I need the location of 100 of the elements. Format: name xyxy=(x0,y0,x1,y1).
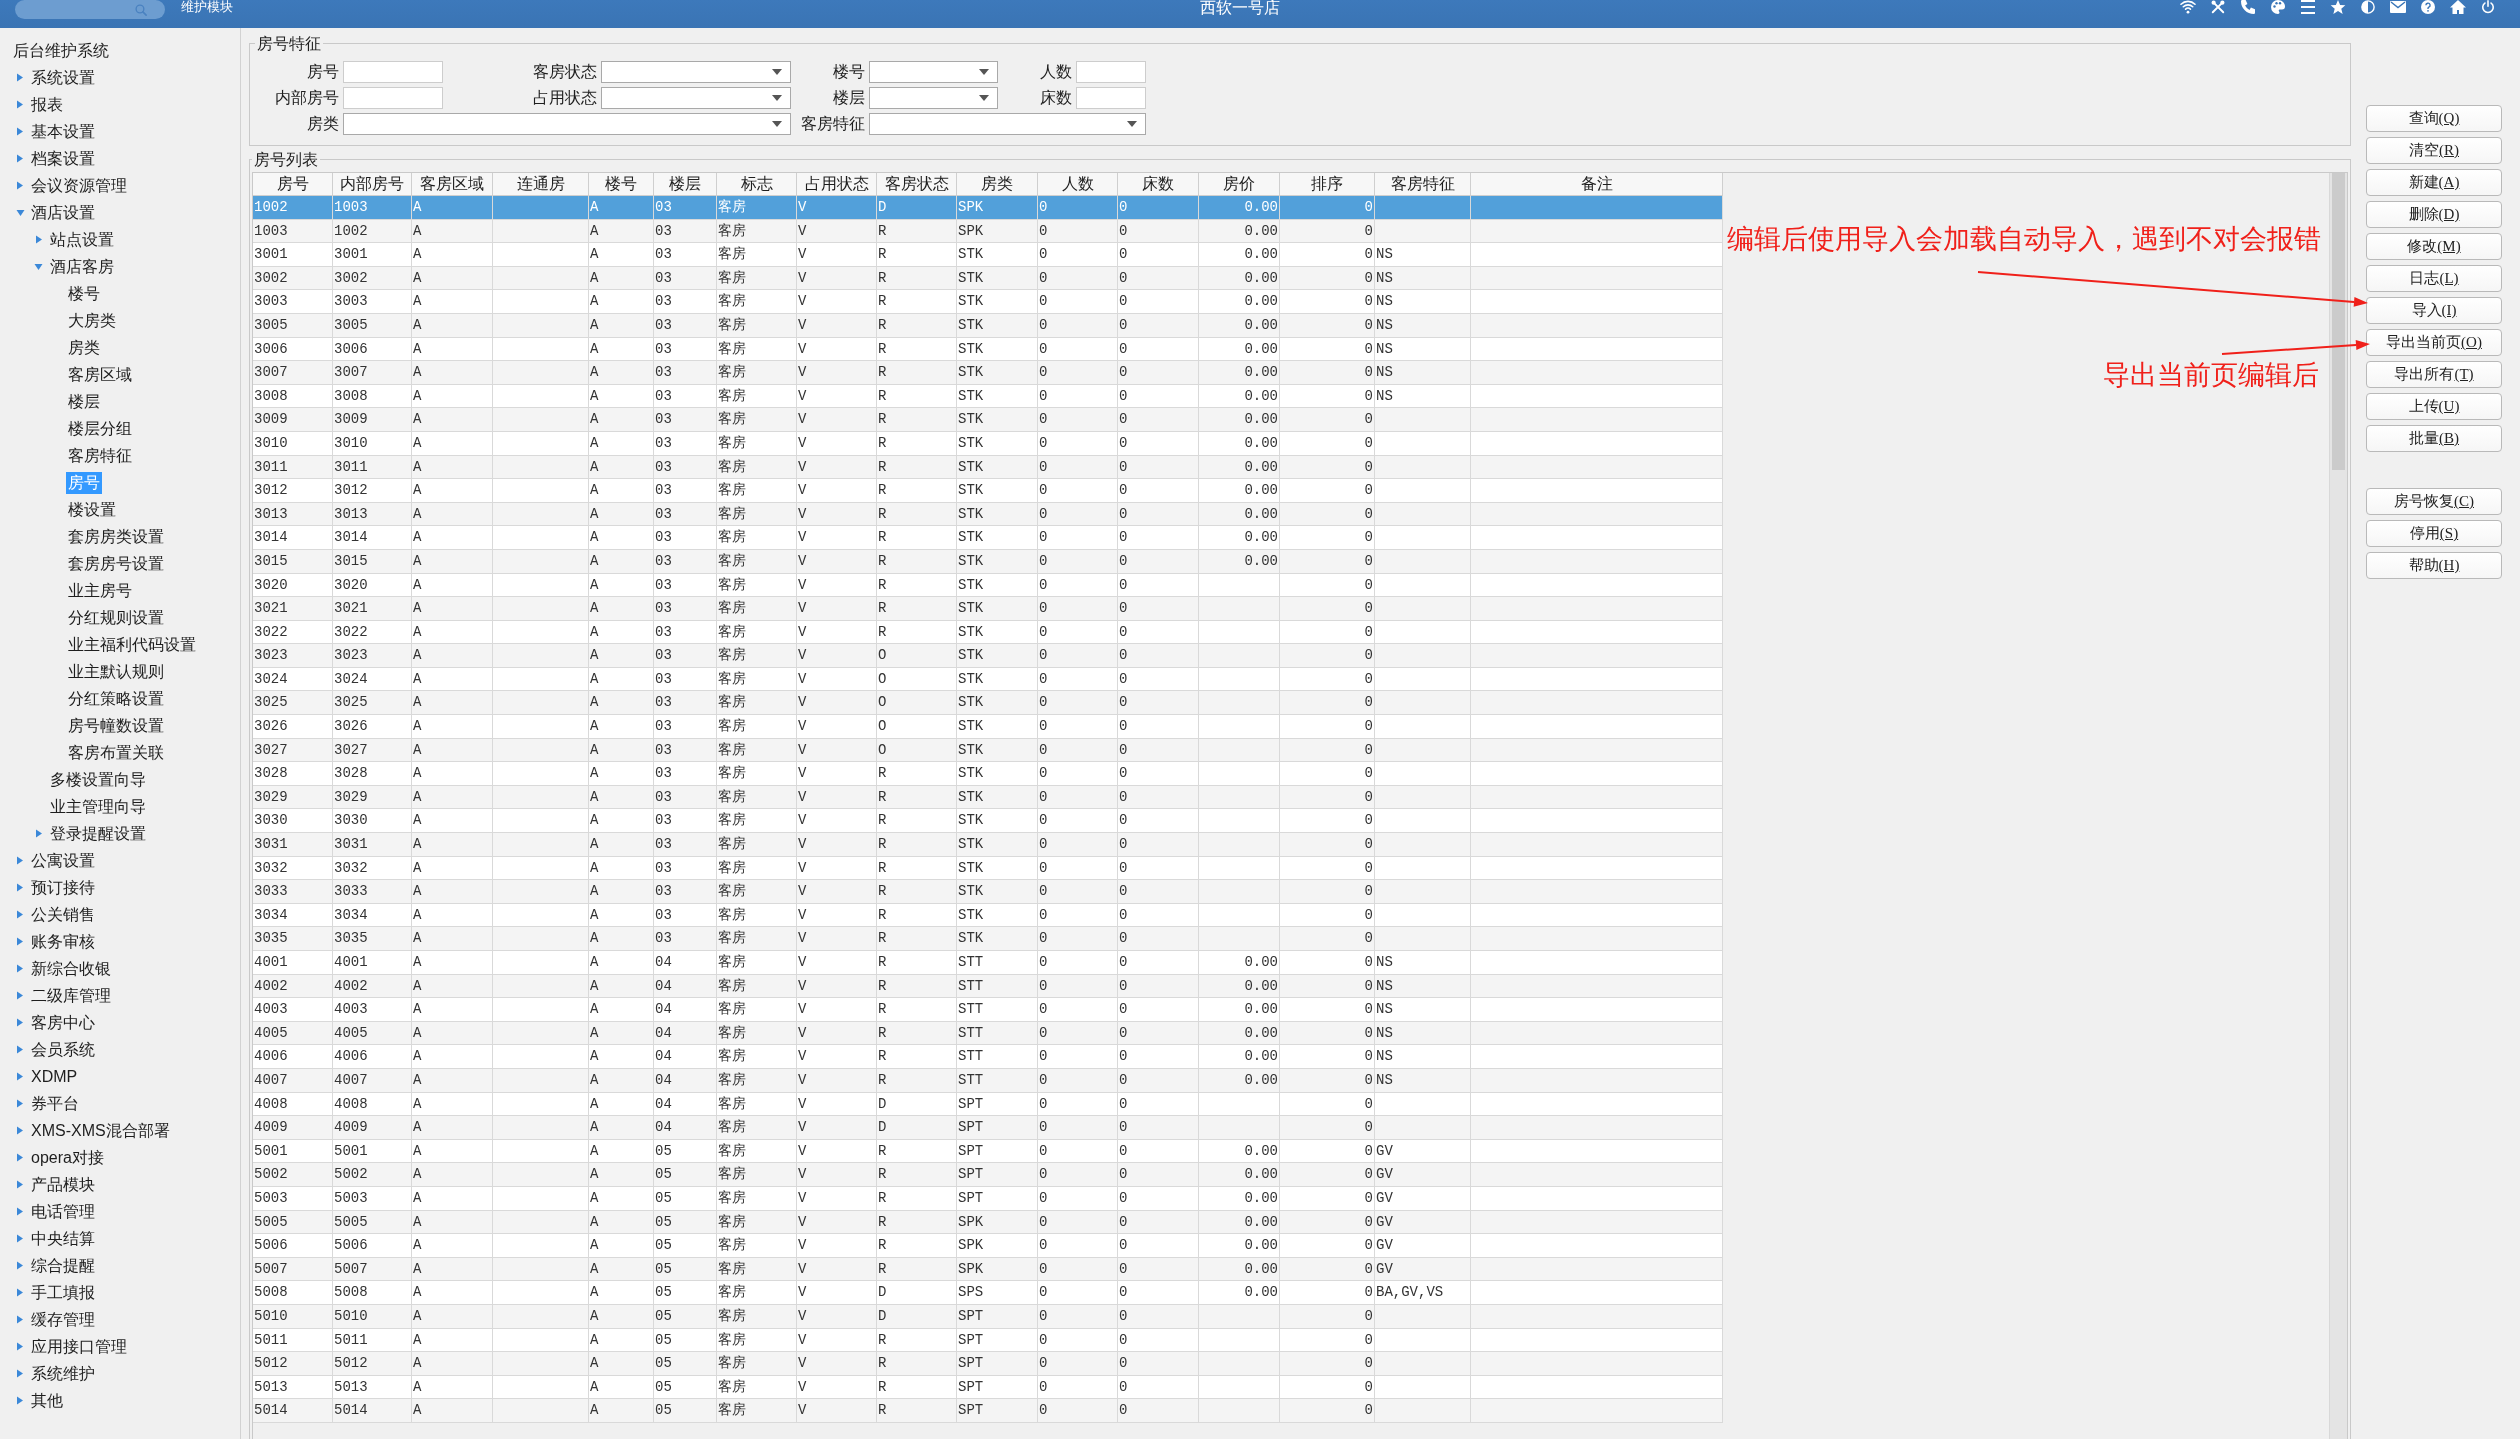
table-row[interactable]: 3007 3007 A A 03 客房 V R STK 0 0 0.00 0 NS xyxy=(253,361,1723,385)
table-row[interactable]: 4008 4008 A A 04 客房 V D SPT 0 0 0 xyxy=(253,1092,1723,1117)
tree-item[interactable]: 业主房号 xyxy=(66,579,134,602)
caret-right-icon[interactable] xyxy=(17,127,23,136)
action-button[interactable]: 清空(R) xyxy=(2366,137,2502,164)
caret-right-icon[interactable] xyxy=(17,1153,23,1162)
tree-item[interactable]: 产品模块 xyxy=(29,1173,97,1196)
caret-right-icon[interactable] xyxy=(17,181,23,190)
caret-right-icon[interactable] xyxy=(17,1261,23,1270)
tree-item[interactable]: 新综合收银 xyxy=(29,957,113,980)
dropdown-field[interactable] xyxy=(601,61,791,83)
tree-item[interactable]: 手工填报 xyxy=(29,1281,97,1304)
action-button[interactable]: 新建(A) xyxy=(2366,169,2502,196)
action-button[interactable]: 房号恢复(C) xyxy=(2366,488,2502,515)
tree-item[interactable]: 套房房号设置 xyxy=(66,552,166,575)
action-button[interactable]: 导出所有(T) xyxy=(2366,361,2502,388)
caret-right-icon[interactable] xyxy=(17,1126,23,1135)
tree-item[interactable]: 客房布置关联 xyxy=(66,741,166,764)
table-row[interactable]: 3005 3005 A A 03 客房 V R STK 0 0 0.00 0 NS xyxy=(253,313,1723,338)
table-row[interactable]: 3024 3024 A A 03 客房 V O STK 0 0 0 xyxy=(253,667,1723,692)
tree-item[interactable]: 会员系统 xyxy=(29,1038,97,1061)
table-row[interactable]: 4002 4002 A A 04 客房 V R STT 0 0 0.00 0 NS xyxy=(253,974,1723,999)
table-row[interactable]: 3030 3030 A A 03 客房 V R STK 0 0 0 xyxy=(253,809,1723,834)
half-circle-icon[interactable] xyxy=(2360,0,2376,14)
dropdown-field[interactable] xyxy=(869,87,998,109)
tree-item[interactable]: 预订接待 xyxy=(29,876,97,899)
caret-right-icon[interactable] xyxy=(17,1288,23,1297)
table-row[interactable]: 3008 3008 A A 03 客房 V R STK 0 0 0.00 0 NS xyxy=(253,384,1723,409)
caret-right-icon[interactable] xyxy=(17,964,23,973)
tree-item[interactable]: 缓存管理 xyxy=(29,1308,97,1331)
table-row[interactable]: 3009 3009 A A 03 客房 V R STK 0 0 0.00 0 xyxy=(253,408,1723,432)
tree-item[interactable]: 房类 xyxy=(66,336,102,359)
table-row[interactable]: 3020 3020 A A 03 客房 V R STK 0 0 0 xyxy=(253,573,1723,598)
caret-right-icon[interactable] xyxy=(17,73,23,82)
caret-right-icon[interactable] xyxy=(17,1072,23,1081)
table-row[interactable]: 3022 3022 A A 03 客房 V R STK 0 0 0 xyxy=(253,620,1723,645)
caret-right-icon[interactable] xyxy=(17,1045,23,1054)
tree-item[interactable]: 登录提醒设置 xyxy=(47,822,148,845)
tree-item[interactable]: XMS-XMS混合部署 xyxy=(29,1119,172,1142)
caret-right-icon[interactable] xyxy=(17,856,23,865)
tree-item[interactable]: 账务审核 xyxy=(29,930,97,953)
tree-item[interactable]: 大房类 xyxy=(66,309,118,332)
caret-right-icon[interactable] xyxy=(17,991,23,1000)
table-row[interactable]: 5003 5003 A A 05 客房 V R SPT 0 0 0.00 0 GV xyxy=(253,1186,1723,1211)
table-row[interactable]: 3025 3025 A A 03 客房 V O STK 0 0 0 xyxy=(253,691,1723,716)
caret-down-icon[interactable] xyxy=(34,263,43,270)
tree-item[interactable]: 客房特征 xyxy=(66,444,134,467)
table-row[interactable]: 3035 3035 A A 03 客房 V R STK 0 0 0 xyxy=(253,927,1723,951)
tree-root-item[interactable]: 后台维护系统 xyxy=(11,39,111,62)
tree-item[interactable]: 房号幢数设置 xyxy=(66,714,166,737)
caret-right-icon[interactable] xyxy=(17,1369,23,1378)
caret-down-icon[interactable] xyxy=(15,209,25,216)
help-icon[interactable] xyxy=(2420,0,2436,14)
tree-item[interactable]: 会议资源管理 xyxy=(29,174,129,197)
tree-item[interactable]: 业主福利代码设置 xyxy=(66,633,198,656)
tree-item[interactable]: 券平台 xyxy=(29,1092,81,1115)
caret-right-icon[interactable] xyxy=(17,1234,23,1243)
tree-item[interactable]: XDMP xyxy=(29,1065,80,1088)
tree-item[interactable]: 公寓设置 xyxy=(29,849,97,872)
scrollbar-track[interactable] xyxy=(2329,173,2347,1439)
table-row[interactable]: 3003 3003 A A 03 客房 V R STK 0 0 0.00 0 NS xyxy=(253,290,1723,314)
tree-item[interactable]: 客房区域 xyxy=(66,363,134,386)
table-row[interactable]: 3010 3010 A A 03 客房 V R STK 0 0 0.00 0 xyxy=(253,431,1723,456)
table-row[interactable]: 3011 3011 A A 03 客房 V R STK 0 0 0.00 0 xyxy=(253,455,1723,480)
action-button[interactable]: 上传(U) xyxy=(2366,393,2502,420)
home-icon[interactable] xyxy=(2450,0,2466,14)
table-row[interactable]: 3013 3013 A A 03 客房 V R STK 0 0 0.00 0 xyxy=(253,502,1723,527)
table-row[interactable]: 3023 3023 A A 03 客房 V O STK 0 0 0 xyxy=(253,644,1723,668)
dropdown-field[interactable] xyxy=(869,61,998,83)
tree-item[interactable]: 楼层分组 xyxy=(66,417,134,440)
power-icon[interactable] xyxy=(2480,0,2496,14)
table-row[interactable]: 3031 3031 A A 03 客房 V R STK 0 0 0 xyxy=(253,833,1723,857)
table-row[interactable]: 5013 5013 A A 05 客房 V R SPT 0 0 0 xyxy=(253,1375,1723,1400)
table-row[interactable]: 3002 3002 A A 03 客房 V R STK 0 0 0.00 0 NS xyxy=(253,266,1723,291)
table-row[interactable]: 5001 5001 A A 05 客房 V R SPT 0 0 0.00 0 GV xyxy=(253,1139,1723,1164)
table-row[interactable]: 3001 3001 A A 03 客房 V R STK 0 0 0.00 0 NS xyxy=(253,243,1723,267)
action-button[interactable]: 批量(B) xyxy=(2366,425,2502,452)
action-button[interactable]: 导出当前页(O) xyxy=(2366,329,2502,356)
star-icon[interactable] xyxy=(2330,0,2346,14)
table-row[interactable]: 4006 4006 A A 04 客房 V R STT 0 0 0.00 0 NS xyxy=(253,1045,1723,1069)
table-row[interactable]: 5005 5005 A A 05 客房 V R SPK 0 0 0.00 0 GV xyxy=(253,1210,1723,1235)
tree-item[interactable]: 客房中心 xyxy=(29,1011,97,1034)
table-row[interactable]: 4001 4001 A A 04 客房 V R STT 0 0 0.00 0 NS xyxy=(253,951,1723,975)
caret-right-icon[interactable] xyxy=(17,154,23,163)
table-row[interactable]: 3032 3032 A A 03 客房 V R STK 0 0 0 xyxy=(253,856,1723,881)
table-row[interactable]: 3027 3027 A A 03 客房 V O STK 0 0 0 xyxy=(253,738,1723,763)
tree-item[interactable]: opera对接 xyxy=(29,1146,106,1169)
tree-item[interactable]: 基本设置 xyxy=(29,120,97,143)
table-row[interactable]: 3014 3014 A A 03 客房 V R STK 0 0 0.00 0 xyxy=(253,526,1723,550)
dropdown-field[interactable] xyxy=(869,113,1146,135)
caret-right-icon[interactable] xyxy=(35,829,42,838)
tree-item[interactable]: 二级库管理 xyxy=(29,984,113,1007)
tree-item[interactable]: 应用接口管理 xyxy=(29,1335,129,1358)
tools-icon[interactable] xyxy=(2210,0,2226,14)
action-button[interactable]: 停用(S) xyxy=(2366,520,2502,547)
table-row[interactable]: 3033 3033 A A 03 客房 V R STK 0 0 0 xyxy=(253,880,1723,904)
tree-item[interactable]: 公关销售 xyxy=(29,903,97,926)
table-row[interactable]: 3028 3028 A A 03 客房 V R STK 0 0 0 xyxy=(253,762,1723,786)
tree-item[interactable]: 酒店设置 xyxy=(29,201,97,224)
caret-right-icon[interactable] xyxy=(17,1396,23,1405)
